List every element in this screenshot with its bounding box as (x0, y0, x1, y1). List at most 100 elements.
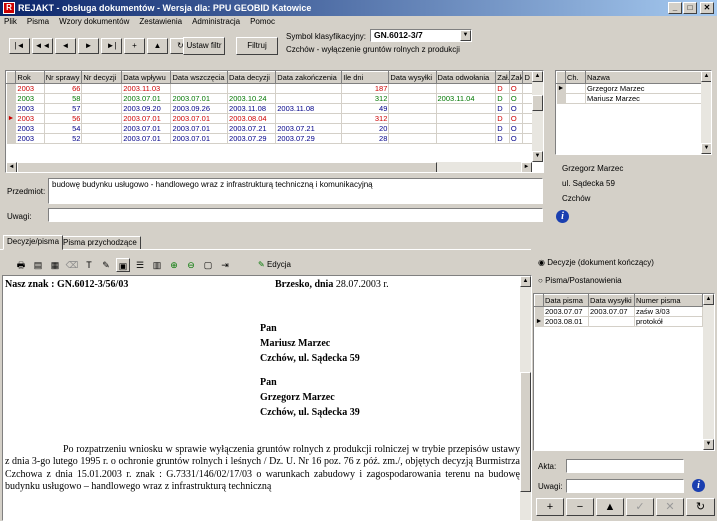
clear-icon[interactable]: ⌫ (65, 258, 79, 272)
menu-administracja[interactable]: Administracja (192, 17, 240, 26)
radio-decyzje[interactable]: ◉ Decyzje (dokument kończący) (538, 258, 654, 267)
scroll-down-icon[interactable]: ▼ (701, 143, 711, 154)
col-header[interactable]: Nr sprawy (43, 71, 83, 84)
symbol-select[interactable]: GN.6012-3/7 ▼ (370, 29, 472, 42)
letter-row[interactable]: ► 2003.08.01 protokół (534, 316, 703, 327)
last-record-button[interactable]: ►| (101, 38, 122, 54)
uwagi2-field[interactable] (566, 479, 684, 493)
subject-field[interactable]: budowę budynku usługowo - handlowego wra… (48, 178, 543, 204)
highlight-icon[interactable]: ✎ (99, 258, 113, 272)
doc-scroll-thumb[interactable] (520, 372, 531, 492)
col-header[interactable]: Data wysyłki (388, 71, 437, 84)
close-button[interactable]: ✕ (700, 2, 714, 14)
document-scrollbar[interactable]: ▲ (520, 276, 531, 520)
table-cell: 56 (44, 113, 83, 124)
zoom-out-icon[interactable]: ⊖ (184, 258, 198, 272)
add-record-button[interactable]: + (124, 38, 145, 54)
scroll-up-icon[interactable]: ▲ (701, 71, 711, 82)
tab-decyzje[interactable]: Decyzje/pisma (3, 235, 64, 250)
set-filter-button[interactable]: Ustaw filtr (183, 37, 225, 55)
list-icon[interactable]: ☰ (133, 258, 147, 272)
menu-pomoc[interactable]: Pomoc (250, 17, 275, 26)
prev-record-button[interactable]: ◄ (55, 38, 76, 54)
scroll-left-icon[interactable]: ◄ (6, 162, 17, 172)
persons-scrollbar[interactable]: ▲ ▼ (701, 71, 711, 154)
col-header[interactable]: Zak. (508, 71, 524, 84)
document-view[interactable]: Nasz znak : GN.6012-3/56/03 Brzesko, dni… (2, 275, 532, 521)
cancel-button[interactable]: ✕ (656, 498, 684, 516)
maximize-button[interactable]: □ (683, 2, 697, 14)
table-cell: 2003.07.01 (170, 113, 229, 124)
menu-wzory[interactable]: Wzory dokumentów (59, 17, 129, 26)
hscroll-thumb[interactable] (17, 162, 437, 172)
col-header[interactable]: Data odwołania (435, 71, 497, 84)
letters-col-date[interactable]: Data pisma (543, 294, 589, 307)
table-cell (81, 83, 123, 94)
next-record-button[interactable]: ► (78, 38, 99, 54)
col-header[interactable]: Ile dni (341, 71, 390, 84)
col-header[interactable]: Nr decyzji (81, 71, 123, 84)
vertical-scrollbar[interactable]: ▲ ▼ (532, 71, 543, 162)
select-icon[interactable]: ▣ (116, 258, 130, 272)
export-icon[interactable]: ⇥ (218, 258, 232, 272)
col-header[interactable]: Data wpływu (121, 71, 172, 84)
col-header[interactable]: Rok (15, 71, 45, 84)
letters-scrollbar[interactable]: ▲ ▼ (703, 294, 714, 450)
table-row[interactable]: ► 2003 56 2003.07.01 2003.07.01 2003.08.04 312… (6, 113, 533, 124)
letters-col-sent[interactable]: Data wysyłki (588, 294, 635, 307)
table-row[interactable]: 2003 58 2003.07.01 2003.07.01 2003.10.24 312 2… (6, 93, 533, 104)
prev-page-button[interactable]: ◄◄ (32, 38, 53, 54)
page-icon[interactable]: ▢ (201, 258, 215, 272)
col-header[interactable]: Data zakończenia (275, 71, 343, 84)
chevron-down-icon[interactable]: ▼ (460, 30, 471, 41)
refresh-letters-button[interactable]: ↻ (686, 498, 715, 516)
menu-pisma[interactable]: Pisma (27, 17, 49, 26)
text-icon[interactable]: T (82, 258, 96, 272)
akta-field[interactable] (566, 459, 684, 473)
scroll-down-icon[interactable]: ▼ (532, 151, 543, 162)
scroll-right-icon[interactable]: ► (521, 162, 532, 172)
lines-icon[interactable]: ▦ (48, 258, 62, 272)
tab-pisma-przychodzace[interactable]: Pisma przychodzące (59, 236, 141, 250)
print-icon[interactable]: 🖶 (14, 258, 28, 272)
horizontal-scrollbar[interactable]: ◄ ► (6, 162, 532, 172)
letter-row[interactable]: 2003.07.07 2003.07.07 zaśw 3/03 (534, 306, 703, 317)
table-row[interactable]: 2003 54 2003.07.01 2003.07.01 2003.07.21 2003… (6, 123, 533, 134)
edit-letter-button[interactable]: ▲ (596, 498, 624, 516)
confirm-button[interactable]: ✓ (626, 498, 654, 516)
page-view-icon[interactable]: ▤ (31, 258, 45, 272)
table-cell: 2003.07.01 (170, 93, 229, 104)
scroll-up-icon[interactable]: ▲ (520, 276, 531, 287)
person-row[interactable]: ► Grzegorz Marzec (556, 83, 703, 94)
grid-icon[interactable]: ▥ (150, 258, 164, 272)
col-header[interactable]: Data decyzji (227, 71, 277, 84)
col-header[interactable]: Data wszczęcia (170, 71, 229, 84)
edit-button[interactable]: ✎ Edycja (258, 258, 291, 272)
scroll-up-icon[interactable]: ▲ (532, 71, 543, 82)
table-row[interactable]: 2003 52 2003.07.01 2003.07.01 2003.07.29 2003… (6, 133, 533, 144)
persons-col-ch[interactable]: Ch. (565, 71, 586, 84)
info-icon[interactable]: i (556, 210, 569, 223)
edit-record-button[interactable]: ▲ (147, 38, 168, 54)
filter-button[interactable]: Filtruj (236, 37, 278, 55)
persons-col-nazwa[interactable]: Nazwa (585, 71, 703, 84)
persons-grid: Ch. Nazwa ► Grzegorz Marzec Mariusz Marzec… (555, 70, 712, 155)
table-row[interactable]: 2003 66 2003.11.03 187 D O (6, 83, 533, 94)
zoom-in-icon[interactable]: ⊕ (167, 258, 181, 272)
remarks-field[interactable] (48, 208, 543, 222)
table-row[interactable]: 2003 57 2003.09.20 2003.09.26 2003.11.08 2003… (6, 103, 533, 114)
scroll-thumb[interactable] (532, 95, 543, 111)
scroll-up-icon[interactable]: ▲ (703, 294, 714, 305)
delete-letter-button[interactable]: − (566, 498, 594, 516)
person-row[interactable]: Mariusz Marzec (556, 93, 703, 104)
menu-plik[interactable]: Plik (4, 17, 17, 26)
scroll-down-icon[interactable]: ▼ (703, 439, 714, 450)
minimize-button[interactable]: _ (668, 2, 682, 14)
info-icon[interactable]: i (692, 479, 705, 492)
first-record-button[interactable]: |◄ (9, 38, 30, 54)
add-letter-button[interactable]: + (536, 498, 564, 516)
radio-pisma[interactable]: ○ Pisma/Postanowienia (538, 276, 622, 285)
letters-col-number[interactable]: Numer pisma (634, 294, 703, 307)
col-header[interactable]: Zał. (495, 71, 510, 84)
menu-zestawienia[interactable]: Zestawienia (139, 17, 182, 26)
